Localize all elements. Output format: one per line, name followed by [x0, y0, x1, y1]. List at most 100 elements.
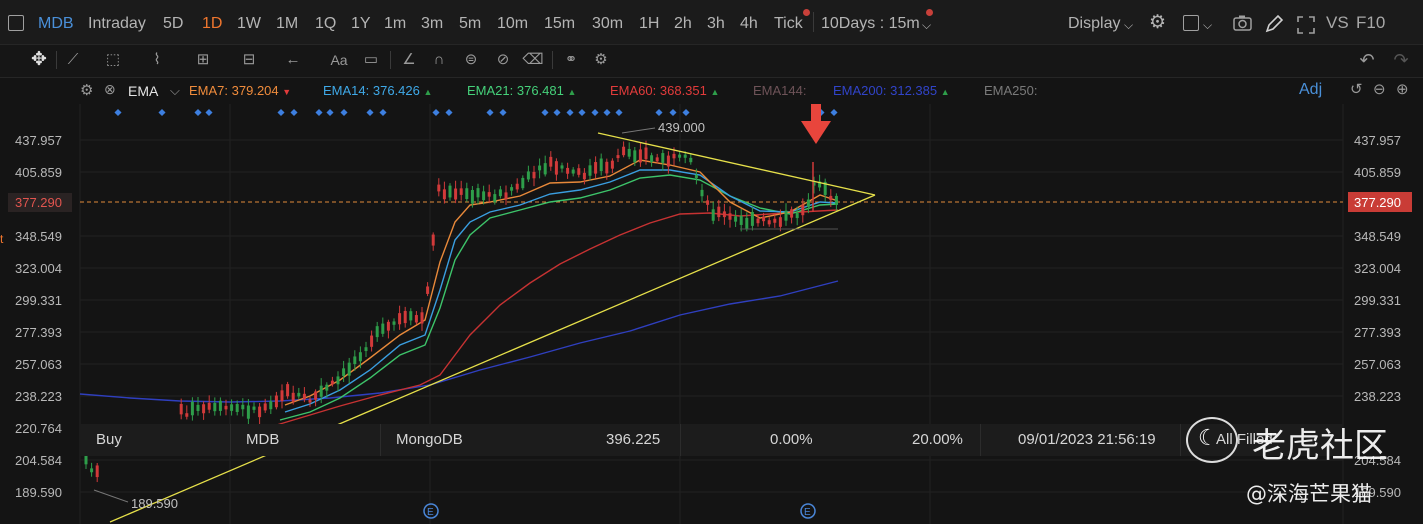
undo-icon[interactable]: ↶ — [1356, 49, 1378, 71]
tab-5d[interactable]: 5D — [163, 15, 183, 33]
signal-dot — [591, 108, 599, 117]
gear-icon[interactable]: ⚙ — [80, 81, 93, 99]
candle — [476, 188, 480, 198]
tab-intraday[interactable]: Intraday — [88, 15, 146, 33]
tab-30min[interactable]: 30m — [592, 15, 623, 33]
expand-icon[interactable] — [1296, 15, 1316, 35]
window-icon[interactable] — [8, 15, 24, 31]
event-marker[interactable]: E — [800, 503, 816, 519]
crosshair-move-icon[interactable]: ✥ — [28, 49, 50, 71]
price-tick: 220.764 — [15, 421, 62, 436]
drawing-toolbar: ✥ ⟋ ⬚ ⌇ ⊞ ⊟ ← Aa ▭ ∠ ∩ ⊜ ⊘ ⌫ ⚭ ⚙ ↶ ↷ — [0, 44, 1423, 78]
candle — [286, 384, 290, 397]
signal-dot — [541, 108, 549, 117]
chevron-down-icon[interactable]: ⌵ — [1124, 18, 1133, 33]
minus-circle-icon[interactable]: ⊖ — [1373, 80, 1386, 98]
ema7-label: EMA7: 379.204 ▼ — [189, 83, 292, 98]
gear-icon[interactable]: ⚙ — [1149, 11, 1166, 34]
price-tick: 189.590 — [15, 485, 62, 500]
order-info-bar[interactable]: Buy MDB MongoDB 396.225 0.00% 20.00% 09/… — [80, 424, 1343, 456]
svg-text:E: E — [427, 507, 434, 518]
chevron-down-icon[interactable]: ⌵ — [170, 83, 180, 99]
gear-icon[interactable]: ⚙ — [590, 49, 612, 71]
hide-icon[interactable]: ⊘ — [492, 49, 514, 71]
support-trendline[interactable] — [109, 194, 876, 523]
event-marker[interactable]: E — [423, 503, 439, 519]
ruler-icon[interactable]: ∠ — [398, 49, 420, 71]
candle — [683, 154, 687, 158]
tab-1min[interactable]: 1m — [384, 15, 406, 33]
pen-icon[interactable] — [1264, 14, 1284, 34]
candle — [694, 174, 698, 179]
f10-button[interactable]: F10 — [1356, 13, 1385, 33]
indicator-name[interactable]: EMA — [128, 83, 158, 99]
tab-1d[interactable]: 1D — [202, 15, 222, 33]
tab-5min[interactable]: 5m — [459, 15, 481, 33]
lock-icon[interactable]: ⊜ — [460, 49, 482, 71]
tab-4h[interactable]: 4h — [740, 15, 758, 33]
adj-button[interactable]: Adj — [1299, 81, 1322, 99]
signal-dot — [566, 108, 574, 117]
ema21-label: EMA21: 376.481 ▲ — [467, 83, 577, 98]
tab-tick[interactable]: Tick — [774, 15, 803, 33]
square-icon[interactable] — [1183, 15, 1199, 31]
candle — [224, 405, 228, 410]
order-change: 0.00% — [770, 431, 813, 448]
signal-dot — [194, 108, 202, 117]
text-tool-icon[interactable]: Aa — [328, 49, 350, 71]
line-tool-icon[interactable]: ⟋ — [62, 49, 84, 71]
tab-3min[interactable]: 3m — [421, 15, 443, 33]
chevron-down-icon[interactable]: ⌵ — [1203, 18, 1212, 33]
candle — [829, 195, 833, 201]
tab-1m[interactable]: 1M — [276, 15, 298, 33]
down-arrow-marker — [801, 104, 831, 144]
signal-dot — [158, 108, 166, 117]
trash-icon[interactable]: ⌫ — [522, 49, 544, 71]
order-datetime: 09/01/2023 21:56:19 — [1018, 431, 1156, 448]
display-menu[interactable]: Display — [1068, 15, 1120, 33]
camera-icon[interactable] — [1232, 14, 1254, 32]
tab-3h[interactable]: 3h — [707, 15, 725, 33]
tick-notify-dot — [803, 9, 810, 16]
close-icon[interactable]: ⊗ — [104, 81, 116, 98]
tab-10min[interactable]: 10m — [497, 15, 528, 33]
vs-button[interactable]: VS — [1326, 13, 1349, 33]
symbol-label[interactable]: MDB — [38, 15, 74, 33]
link-icon[interactable]: ⚭ — [560, 49, 582, 71]
ema14-label: EMA14: 376.426 ▲ — [323, 83, 433, 98]
plus-circle-icon[interactable]: ⊕ — [1396, 80, 1409, 98]
candle — [521, 177, 525, 189]
redo-icon[interactable]: ↷ — [1390, 49, 1412, 71]
resistance-trendline[interactable] — [597, 132, 876, 196]
candle — [426, 286, 430, 294]
candle — [330, 380, 334, 385]
arrow-left-icon[interactable]: ← — [282, 49, 304, 71]
undo-icon[interactable]: ↺ — [1350, 80, 1363, 98]
range-select[interactable]: 10Days : 15m — [821, 15, 920, 33]
candle — [459, 188, 463, 195]
magnet-icon[interactable]: ∩ — [428, 49, 450, 71]
tab-1h[interactable]: 1H — [639, 15, 659, 33]
ema200-line — [79, 280, 839, 403]
tab-2h[interactable]: 2h — [674, 15, 692, 33]
candle — [336, 376, 340, 385]
fibonacci-tool-icon[interactable]: ⊟ — [238, 49, 260, 71]
candle — [386, 321, 390, 331]
candle — [689, 157, 693, 163]
candle — [588, 165, 592, 176]
channel-tool-icon[interactable]: ⊞ — [192, 49, 214, 71]
candle — [470, 190, 474, 204]
ema60-label: EMA60: 368.351 ▲ — [610, 83, 720, 98]
candle — [442, 189, 446, 200]
watermark-author: @深海芒果猫 — [1246, 482, 1372, 506]
candle — [235, 404, 239, 412]
price-tick: 204.584 — [15, 453, 62, 468]
polyline-tool-icon[interactable]: ⌇ — [146, 49, 168, 71]
tab-1w[interactable]: 1W — [237, 15, 261, 33]
tab-1y[interactable]: 1Y — [351, 15, 371, 33]
chevron-down-icon[interactable]: ⌵ — [922, 18, 931, 33]
tab-15min[interactable]: 15m — [544, 15, 575, 33]
comment-icon[interactable]: ▭ — [360, 49, 382, 71]
rectangle-tool-icon[interactable]: ⬚ — [102, 49, 124, 71]
tab-1q[interactable]: 1Q — [315, 15, 336, 33]
